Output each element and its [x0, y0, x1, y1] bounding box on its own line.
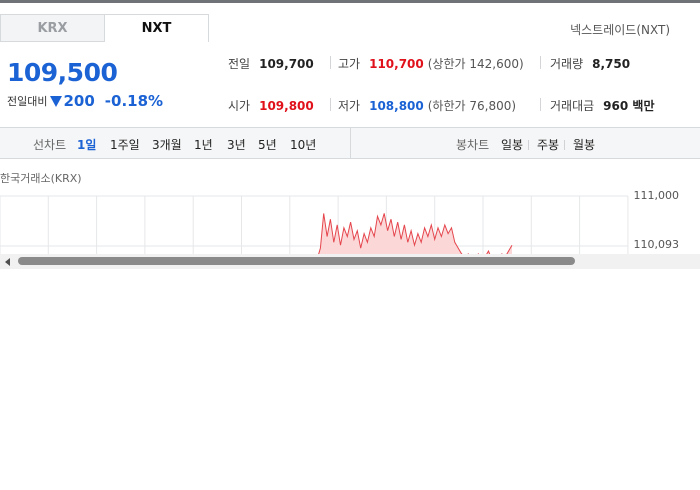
change-value: 200 — [63, 92, 95, 110]
current-price: 109,500 — [7, 58, 118, 87]
price-chart — [0, 195, 629, 256]
top-border — [0, 0, 700, 3]
stat-high: 고가 110,700 (상한가 142,600) — [338, 55, 524, 72]
stat-volume: 거래량 8,750 — [550, 55, 630, 72]
stat-label: 고가 — [338, 57, 361, 71]
chart-grid — [0, 195, 629, 256]
candle-chart-title: 봉차트 — [456, 138, 490, 152]
horizontal-scrollbar[interactable] — [0, 254, 700, 269]
divider — [540, 98, 541, 111]
y-tick-label: 110,093 — [633, 238, 680, 251]
upper-limit: (상한가 142,600) — [427, 57, 524, 71]
stat-value: 108,800 — [369, 98, 424, 113]
divider — [350, 128, 351, 159]
nextrade-label: 넥스트레이드(NXT) — [570, 23, 670, 37]
tab-krx[interactable]: KRX — [0, 14, 105, 42]
scroll-thumb[interactable] — [18, 257, 575, 265]
divider — [540, 56, 541, 69]
divider — [330, 56, 331, 69]
period-10y[interactable]: 10년 — [290, 136, 316, 153]
candle-weekly[interactable]: 주봉 — [537, 136, 559, 153]
divider — [528, 140, 529, 150]
y-tick-label: 111,000 — [633, 189, 680, 202]
stat-open: 시가 109,800 — [228, 97, 314, 114]
stat-value: 960 백만 — [603, 99, 655, 113]
stat-label: 거래량 — [550, 57, 584, 71]
stat-low: 저가 108,800 (하한가 76,800) — [338, 97, 516, 114]
change-percent: -0.18% — [104, 92, 164, 110]
period-1d[interactable]: 1일 — [77, 136, 96, 153]
lower-limit: (하한가 76,800) — [427, 99, 517, 113]
stat-value: 110,700 — [369, 56, 424, 71]
scroll-left-icon[interactable] — [5, 258, 10, 266]
stat-label: 시가 — [228, 99, 251, 113]
candle-monthly[interactable]: 월봉 — [573, 136, 595, 153]
stat-label: 거래대금 — [550, 99, 595, 113]
stat-prev-close: 전일 109,700 — [228, 55, 314, 72]
stat-amount: 거래대금 960 백만 — [550, 97, 654, 114]
stat-value: 8,750 — [592, 56, 631, 71]
period-3m[interactable]: 3개월 — [152, 136, 182, 153]
price-change: 전일대비 200 -0.18% — [7, 92, 163, 110]
divider — [330, 98, 331, 111]
divider — [564, 140, 565, 150]
line-chart-title: 선차트 — [33, 138, 67, 152]
candle-daily[interactable]: 일봉 — [501, 136, 523, 153]
period-3y[interactable]: 3년 — [227, 136, 246, 153]
period-5y[interactable]: 5년 — [258, 136, 277, 153]
tab-nxt[interactable]: NXT — [104, 14, 209, 42]
stat-label: 전일 — [228, 57, 251, 71]
stat-value: 109,700 — [259, 56, 314, 71]
stock-widget: KRX NXT 넥스트레이드(NXT) 109,500 전일대비 200 -0.… — [0, 0, 700, 270]
stat-value: 109,800 — [259, 98, 314, 113]
chart-source: 한국거래소(KRX) — [0, 172, 82, 185]
down-triangle-icon — [50, 96, 63, 107]
period-bar: 선차트 1일 1주일 3개월 1년 3년 5년 10년 봉차트 일봉 주봉 월봉 — [0, 127, 700, 159]
period-1w[interactable]: 1주일 — [110, 136, 140, 153]
change-label: 전일대비 — [7, 95, 48, 108]
stat-label: 저가 — [338, 99, 361, 113]
period-1y[interactable]: 1년 — [194, 136, 213, 153]
